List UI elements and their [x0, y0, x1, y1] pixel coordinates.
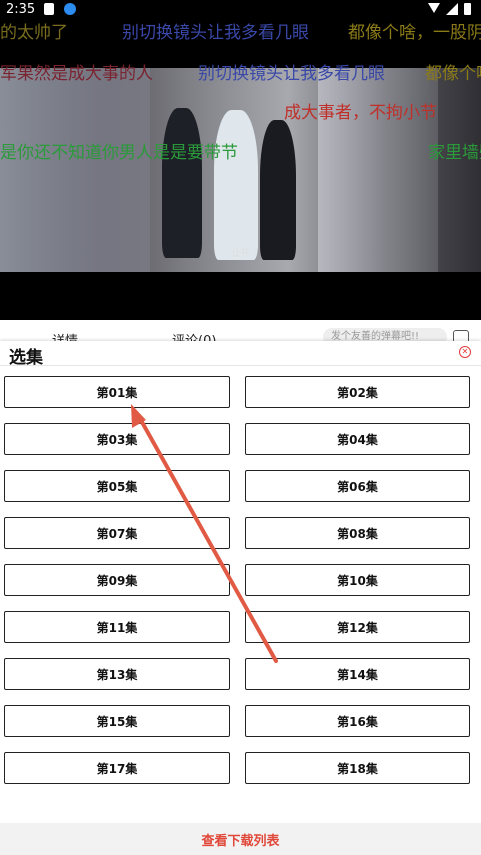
danmaku-comment: 都像个啥，一股阴姜	[348, 23, 481, 43]
video-figure	[260, 120, 296, 260]
danmaku-comment: 都像个啥	[425, 64, 481, 84]
episode-button[interactable]: 第09集	[4, 564, 230, 596]
download-list-button[interactable]: 查看下载列表	[0, 823, 481, 855]
danmaku-comment: 别切换镜头让我多看几眼	[122, 23, 309, 43]
danmaku-comment: 家里墙壁	[428, 143, 481, 163]
video-player[interactable]: 让开 的太帅了 别切换镜头让我多看几眼 都像个啥，一股阴姜 军果然是成大事的人 …	[0, 20, 481, 320]
video-figure	[162, 108, 202, 258]
episode-button[interactable]: 第16集	[245, 705, 470, 737]
status-bar: 2:35	[0, 0, 481, 20]
episode-button[interactable]: 第11集	[4, 611, 230, 643]
close-icon[interactable]: ✕	[459, 346, 471, 358]
episode-button[interactable]: 第04集	[245, 423, 470, 455]
episode-panel: 选集 ✕ 第01集 第02集 第03集 第04集 第05集 第06集 第07集 …	[0, 341, 481, 855]
video-curtain-left	[0, 68, 150, 272]
danmaku-comment: 成大事者，不拘小节	[284, 103, 437, 123]
episode-button[interactable]: 第13集	[4, 658, 230, 690]
danmaku-comment: 别切换镜头让我多看几眼	[198, 64, 385, 84]
episode-button[interactable]: 第07集	[4, 517, 230, 549]
episode-button[interactable]: 第08集	[245, 517, 470, 549]
episode-button[interactable]: 第12集	[245, 611, 470, 643]
episode-button[interactable]: 第03集	[4, 423, 230, 455]
wifi-icon	[428, 3, 440, 13]
video-figure	[214, 110, 258, 260]
battery-icon	[464, 3, 471, 15]
danmaku-comment: 军果然是成大事的人	[0, 64, 153, 84]
episode-button[interactable]: 第17集	[4, 752, 230, 784]
episode-button[interactable]: 第14集	[245, 658, 470, 690]
divider	[0, 365, 481, 366]
episode-button[interactable]: 第10集	[245, 564, 470, 596]
episode-button[interactable]: 第18集	[245, 752, 470, 784]
episode-grid: 第01集 第02集 第03集 第04集 第05集 第06集 第07集 第08集 …	[4, 376, 470, 784]
episode-button[interactable]: 第01集	[4, 376, 230, 408]
signal-icon	[446, 3, 458, 15]
notification-icon	[44, 3, 54, 15]
episode-button[interactable]: 第02集	[245, 376, 470, 408]
episode-button[interactable]: 第05集	[4, 470, 230, 502]
status-time: 2:35	[6, 2, 36, 17]
danmaku-comment: 是你还不知道你男人是是要带节	[0, 143, 238, 163]
episode-button[interactable]: 第15集	[4, 705, 230, 737]
episode-button[interactable]: 第06集	[245, 470, 470, 502]
danmaku-comment: 的太帅了	[0, 23, 68, 43]
video-subtitle: 让开	[231, 249, 250, 259]
app-notification-icon	[64, 3, 76, 15]
